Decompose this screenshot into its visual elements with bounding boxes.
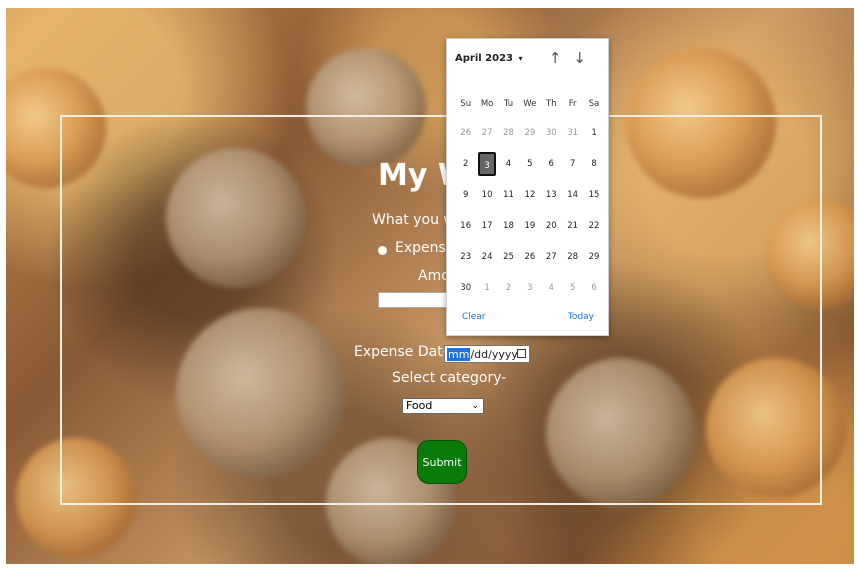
month-year-label: April 2023 <box>455 53 513 64</box>
calendar-day[interactable]: 4 <box>541 283 562 293</box>
calendar-day[interactable]: 15 <box>583 190 604 200</box>
chevron-down-icon: ⌄ <box>471 401 479 411</box>
calendar-day[interactable]: 23 <box>455 252 476 262</box>
category-label: Select category- <box>392 370 507 386</box>
calendar-day[interactable]: 6 <box>541 159 562 169</box>
calendar-day[interactable]: 13 <box>541 190 562 200</box>
calendar-grid: Su Mo Tu We Th Fr Sa 26 27 28 29 30 31 1 2 3 4 5 6 7 8 9 10 11 1… <box>455 91 605 303</box>
weekday-header-row: Su Mo Tu We Th Fr Sa <box>455 91 605 117</box>
calendar-day[interactable]: 27 <box>476 128 497 138</box>
calendar-icon[interactable] <box>517 349 526 358</box>
week-row: 30 1 2 3 4 5 6 <box>455 272 605 303</box>
submit-button[interactable]: Submit <box>417 440 467 484</box>
month-year-selector[interactable]: April 2023 ▾ <box>455 53 523 64</box>
calendar-day[interactable]: 10 <box>476 190 497 200</box>
amount-label: Amo <box>418 268 450 284</box>
calendar-day[interactable]: 8 <box>583 159 604 169</box>
amount-input[interactable] <box>378 292 448 308</box>
calendar-day[interactable]: 29 <box>519 128 540 138</box>
calendar-day[interactable]: 9 <box>455 190 476 200</box>
calendar-day[interactable]: 20 <box>541 221 562 231</box>
calendar-day[interactable]: 31 <box>562 128 583 138</box>
weekday-label: Tu <box>503 99 514 109</box>
calendar-day[interactable]: 5 <box>519 159 540 169</box>
clear-button[interactable]: Clear <box>462 312 486 322</box>
date-month-segment[interactable]: mm <box>447 347 471 361</box>
calendar-day[interactable]: 28 <box>562 252 583 262</box>
type-prompt: What you w <box>372 212 455 228</box>
calendar-day[interactable]: 27 <box>541 252 562 262</box>
expense-date-input[interactable]: mm/dd/yyyy <box>444 345 530 363</box>
date-picker-popup: April 2023 ▾ ↑↓ Su Mo Tu We Th Fr Sa 26 27 28 29 30… <box>446 38 609 336</box>
calendar-day[interactable]: 3 <box>519 283 540 293</box>
expense-date-label: Expense Date: <box>354 344 457 360</box>
calendar-day[interactable]: 22 <box>583 221 604 231</box>
weekday-label: Mo <box>480 99 494 109</box>
date-rest-segment[interactable]: /dd/yyyy <box>470 348 517 361</box>
calendar-day[interactable]: 26 <box>455 128 476 138</box>
category-selected-value: Food <box>406 399 433 412</box>
calendar-day-selected[interactable]: 3 <box>476 151 497 176</box>
calendar-day[interactable]: 21 <box>562 221 583 231</box>
today-button[interactable]: Today <box>568 312 594 322</box>
calendar-day[interactable]: 30 <box>541 128 562 138</box>
week-row: 26 27 28 29 30 31 1 <box>455 117 605 148</box>
weekday-label: Sa <box>588 99 600 109</box>
week-row: 23 24 25 26 27 28 29 <box>455 241 605 272</box>
weekday-label: Su <box>460 99 472 109</box>
calendar-day[interactable]: 30 <box>455 283 476 293</box>
weekday-label: Th <box>545 99 557 109</box>
week-row: 16 17 18 19 20 21 22 <box>455 210 605 241</box>
calendar-day[interactable]: 17 <box>476 221 497 231</box>
calendar-day[interactable]: 18 <box>498 221 519 231</box>
month-nav: ↑↓ <box>549 49 598 67</box>
calendar-day[interactable]: 7 <box>562 159 583 169</box>
weekday-label: We <box>523 99 537 109</box>
month-dropdown-icon: ▾ <box>518 54 523 63</box>
calendar-day[interactable]: 4 <box>498 159 519 169</box>
calendar-day[interactable]: 24 <box>476 252 497 262</box>
week-row: 2345678 <box>455 148 605 179</box>
calendar-day[interactable]: 1 <box>583 128 604 138</box>
arrow-up-icon[interactable]: ↑ <box>549 49 574 67</box>
calendar-day[interactable]: 14 <box>562 190 583 200</box>
calendar-day[interactable]: 2 <box>498 283 519 293</box>
calendar-day[interactable]: 6 <box>583 283 604 293</box>
calendar-day[interactable]: 19 <box>519 221 540 231</box>
arrow-down-icon[interactable]: ↓ <box>573 49 598 67</box>
calendar-day[interactable]: 1 <box>476 283 497 293</box>
category-select[interactable]: Food ⌄ <box>402 398 484 414</box>
calendar-day[interactable]: 28 <box>498 128 519 138</box>
calendar-day[interactable]: 29 <box>583 252 604 262</box>
calendar-day[interactable]: 25 <box>498 252 519 262</box>
calendar-day[interactable]: 5 <box>562 283 583 293</box>
week-row: 9 10 11 12 13 14 15 <box>455 179 605 210</box>
calendar-day[interactable]: 2 <box>455 159 476 169</box>
calendar-day[interactable]: 12 <box>519 190 540 200</box>
calendar-day[interactable]: 26 <box>519 252 540 262</box>
calendar-day[interactable]: 16 <box>455 221 476 231</box>
expense-radio[interactable] <box>378 246 387 255</box>
calendar-day[interactable]: 11 <box>498 190 519 200</box>
weekday-label: Fr <box>568 99 577 109</box>
